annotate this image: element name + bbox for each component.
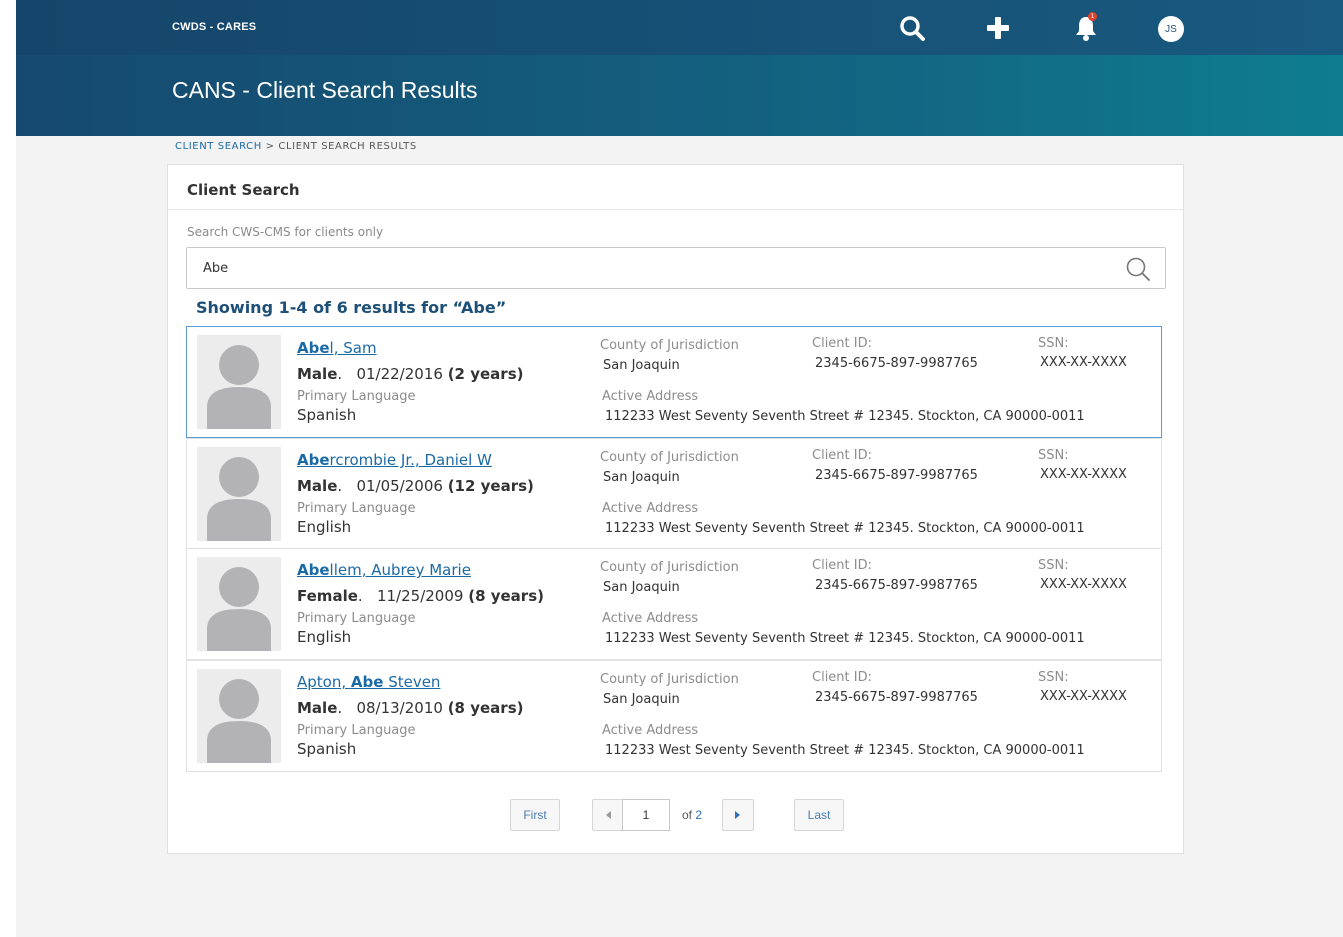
client-id-label: Client ID:	[812, 448, 872, 463]
primary-language-label: Primary Language	[297, 389, 416, 404]
plus-icon[interactable]	[982, 12, 1014, 44]
client-name-link[interactable]: Abellem, Aubrey Marie	[297, 561, 471, 579]
search-magnifier-icon[interactable]	[1125, 256, 1151, 282]
address-label: Active Address	[602, 501, 699, 516]
next-page-button[interactable]	[722, 799, 754, 831]
person-silhouette-icon	[197, 669, 281, 763]
client-demographics: Female. 11/25/2009 (8 years)	[297, 587, 544, 605]
user-avatar[interactable]: JS	[1158, 16, 1184, 42]
primary-language-label: Primary Language	[297, 501, 416, 516]
ssn-value: XXX-XX-XXXX	[1040, 577, 1127, 592]
client-demographics: Male. 01/22/2016 (2 years)	[297, 365, 524, 383]
caret-left-icon	[606, 811, 611, 819]
pagination: First of 2 Last	[168, 799, 1183, 833]
county-label: County of Jurisdiction	[600, 672, 739, 687]
ssn-label: SSN:	[1038, 336, 1069, 351]
ssn-label: SSN:	[1038, 670, 1069, 685]
primary-language-value: English	[297, 628, 352, 646]
page-number-input[interactable]	[622, 799, 670, 831]
search-icon[interactable]	[896, 12, 928, 44]
client-demographics: Male. 08/13/2010 (8 years)	[297, 699, 524, 717]
address-value: 112233 West Seventy Seventh Street # 123…	[605, 743, 1085, 758]
card-header: Client Search	[168, 165, 1183, 210]
search-label: Search CWS-CMS for clients only	[187, 225, 384, 239]
client-search-card: Client Search Search CWS-CMS for clients…	[167, 164, 1184, 854]
client-photo-placeholder	[197, 669, 281, 763]
first-page-button[interactable]: First	[510, 799, 560, 831]
last-page-button[interactable]: Last	[794, 799, 844, 831]
address-value: 112233 West Seventy Seventh Street # 123…	[605, 409, 1085, 424]
county-value: San Joaquin	[603, 692, 680, 707]
breadcrumb: CLIENT SEARCH > CLIENT SEARCH RESULTS	[175, 141, 417, 152]
address-label: Active Address	[602, 389, 699, 404]
client-id-value: 2345-6675-897-9987765	[815, 356, 978, 371]
client-id-value: 2345-6675-897-9987765	[815, 468, 978, 483]
of-text: of	[682, 808, 693, 822]
primary-language-label: Primary Language	[297, 723, 416, 738]
person-silhouette-icon	[197, 447, 281, 541]
client-id-label: Client ID:	[812, 558, 872, 573]
card-title: Client Search	[187, 181, 300, 199]
search-box	[186, 247, 1166, 289]
results-summary: Showing 1-4 of 6 results for “Abe”	[196, 298, 507, 317]
county-value: San Joaquin	[603, 358, 680, 373]
client-result-row[interactable]: Abel, Sam Male. 01/22/2016 (2 years) Pri…	[186, 326, 1162, 438]
client-photo-placeholder	[197, 557, 281, 651]
top-navbar: CWDS - CARES 1 JS	[16, 0, 1343, 55]
client-name-link[interactable]: Apton, Abe Steven	[297, 673, 440, 691]
caret-right-icon	[735, 811, 740, 819]
county-value: San Joaquin	[603, 580, 680, 595]
client-photo-placeholder	[197, 447, 281, 541]
breadcrumb-client-search-link[interactable]: CLIENT SEARCH	[175, 141, 262, 152]
client-photo-placeholder	[197, 335, 281, 429]
app-frame: CWDS - CARES 1 JS CANS - Client Search R…	[16, 0, 1343, 937]
client-id-label: Client ID:	[812, 670, 872, 685]
brand-logo-text[interactable]: CWDS - CARES	[172, 21, 256, 33]
address-label: Active Address	[602, 723, 699, 738]
client-id-label: Client ID:	[812, 336, 872, 351]
primary-language-value: Spanish	[297, 740, 357, 758]
page-header-banner: CANS - Client Search Results	[16, 55, 1343, 136]
county-label: County of Jurisdiction	[600, 560, 739, 575]
total-pages: 2	[695, 808, 703, 822]
client-id-value: 2345-6675-897-9987765	[815, 690, 978, 705]
client-demographics: Male. 01/05/2006 (12 years)	[297, 477, 534, 495]
client-id-value: 2345-6675-897-9987765	[815, 578, 978, 593]
ssn-value: XXX-XX-XXXX	[1040, 689, 1127, 704]
address-label: Active Address	[602, 611, 699, 626]
primary-language-value: English	[297, 518, 352, 536]
client-name-link[interactable]: Abel, Sam	[297, 339, 377, 357]
address-value: 112233 West Seventy Seventh Street # 123…	[605, 631, 1085, 646]
notification-badge: 1	[1088, 12, 1097, 21]
bell-icon[interactable]: 1	[1070, 12, 1102, 44]
person-silhouette-icon	[197, 557, 281, 651]
page-of-label: of 2	[682, 808, 702, 822]
client-name-link[interactable]: Abercrombie Jr., Daniel W	[297, 451, 492, 469]
ssn-value: XXX-XX-XXXX	[1040, 355, 1127, 370]
client-result-row[interactable]: Apton, Abe Steven Male. 08/13/2010 (8 ye…	[186, 660, 1162, 772]
ssn-label: SSN:	[1038, 558, 1069, 573]
ssn-label: SSN:	[1038, 448, 1069, 463]
person-silhouette-icon	[197, 335, 281, 429]
address-value: 112233 West Seventy Seventh Street # 123…	[605, 521, 1085, 536]
county-value: San Joaquin	[603, 470, 680, 485]
county-label: County of Jurisdiction	[600, 450, 739, 465]
primary-language-value: Spanish	[297, 406, 357, 424]
county-label: County of Jurisdiction	[600, 338, 739, 353]
breadcrumb-current: CLIENT SEARCH RESULTS	[278, 141, 417, 152]
ssn-value: XXX-XX-XXXX	[1040, 467, 1127, 482]
prev-page-button[interactable]	[592, 799, 624, 831]
page-title: CANS - Client Search Results	[172, 77, 478, 103]
breadcrumb-separator: >	[261, 141, 279, 152]
search-input[interactable]	[187, 248, 1107, 288]
primary-language-label: Primary Language	[297, 611, 416, 626]
client-result-row[interactable]: Abercrombie Jr., Daniel W Male. 01/05/20…	[186, 438, 1162, 550]
client-result-row[interactable]: Abellem, Aubrey Marie Female. 11/25/2009…	[186, 548, 1162, 660]
